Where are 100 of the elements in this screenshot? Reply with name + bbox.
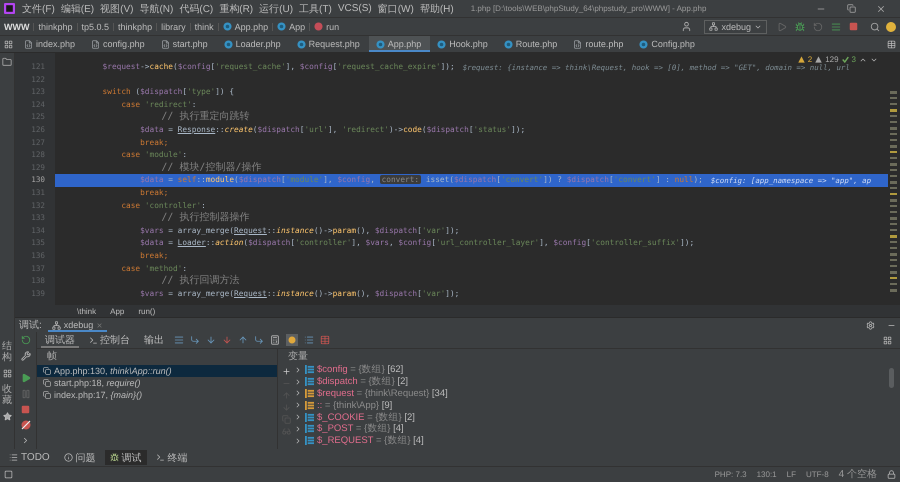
run-config-dropdown[interactable]: xdebug <box>704 20 767 34</box>
menu-item[interactable]: 代码(C) <box>176 2 216 16</box>
menu-item[interactable]: 编辑(E) <box>58 2 98 16</box>
debug-session-tab[interactable]: xdebug <box>48 318 108 332</box>
file-tab[interactable]: App.php <box>368 36 430 52</box>
nav-crumb[interactable]: tp5.0.5 <box>82 22 110 32</box>
file-tab[interactable]: Config.php <box>632 36 704 52</box>
breadcrumb-item[interactable]: run() <box>138 306 156 316</box>
frame-icon <box>43 367 51 375</box>
status-item[interactable]: 4 个空格 <box>838 467 877 481</box>
nav-crumb[interactable]: library <box>161 22 186 32</box>
tool-window-button[interactable]: 终端 <box>150 450 193 465</box>
class-icon <box>376 40 385 48</box>
file-tab[interactable]: Loader.php <box>216 36 290 52</box>
wrench-icon[interactable] <box>20 351 30 361</box>
debug-icon[interactable] <box>795 22 805 32</box>
weak-warning-icon <box>815 56 822 63</box>
star-icon[interactable] <box>2 412 12 421</box>
debug-tab[interactable]: 输出 <box>140 332 168 348</box>
object-icon <box>305 400 314 410</box>
step-into-icon[interactable] <box>206 335 216 345</box>
debug-label: 调试: <box>19 318 42 332</box>
object-icon <box>305 388 314 398</box>
tool-window-button[interactable]: 调试 <box>104 450 147 465</box>
variable-entry[interactable]: $dispatch = {数组} [2] <box>317 376 408 388</box>
nav-crumb[interactable]: WWW <box>4 22 30 32</box>
variable-entry[interactable]: $config = {数组} [62] <box>317 364 404 376</box>
rerun-icon[interactable] <box>20 335 30 345</box>
more-icon[interactable] <box>21 436 30 445</box>
favorites-tool-button[interactable]: 收藏 <box>2 384 12 406</box>
search-icon[interactable] <box>870 22 880 32</box>
status-item[interactable]: LF <box>786 470 796 478</box>
stop-icon[interactable] <box>21 405 30 414</box>
scrollbar-thumb[interactable] <box>889 368 894 388</box>
stack-frame[interactable]: App.php:130, think\App::run() <box>37 365 277 377</box>
user-icon[interactable] <box>681 21 692 32</box>
structure-tool-button[interactable]: 结构 <box>2 341 12 363</box>
toggle-icon[interactable] <box>286 334 298 346</box>
list-icon[interactable] <box>304 335 314 345</box>
breadcrumb-item[interactable]: App <box>110 306 124 316</box>
file-tab[interactable]: start.php <box>154 36 217 52</box>
variable-entry[interactable]: :: = {think\App} [9] <box>317 400 392 411</box>
file-tab[interactable]: Route.php <box>496 36 566 52</box>
tool-window-button[interactable]: TODO <box>4 450 55 465</box>
file-tab[interactable]: config.php <box>84 36 154 52</box>
add-watch-icon[interactable] <box>282 367 290 376</box>
status-item[interactable]: UTF-8 <box>806 470 829 478</box>
project-folder-icon[interactable] <box>2 57 12 67</box>
debug-tab[interactable]: 控制台 <box>85 332 134 348</box>
nav-crumb[interactable]: thinkphp <box>118 22 152 32</box>
breadcrumb-item[interactable]: \think <box>77 306 96 316</box>
nav-crumb[interactable]: run <box>326 22 340 32</box>
file-tab[interactable]: index.php <box>17 36 84 52</box>
evaluate-icon[interactable] <box>270 335 280 345</box>
lock-icon[interactable] <box>887 470 896 478</box>
stop-icon[interactable] <box>849 22 858 31</box>
layout-icon[interactable] <box>883 336 892 344</box>
variable-entry[interactable]: $request = {think\Request} [34] <box>317 388 448 399</box>
menu-item[interactable]: 视图(V) <box>97 2 136 16</box>
nav-crumb[interactable]: thinkphp <box>38 22 73 32</box>
menu-item[interactable]: 工具(T) <box>296 2 335 16</box>
menu-item[interactable]: 窗口(W) <box>374 2 417 16</box>
panel-toggle-icon[interactable] <box>4 470 13 478</box>
file-tab[interactable]: Request.php <box>290 36 369 52</box>
nav-crumb[interactable]: App <box>289 22 306 32</box>
tool-window-button[interactable]: 问题 <box>58 450 101 465</box>
status-item[interactable]: 130:1 <box>756 470 777 478</box>
variable-entry[interactable]: $_COOKIE = {数组} [2] <box>317 412 415 423</box>
status-item[interactable]: PHP: 7.3 <box>714 470 747 478</box>
table-icon[interactable] <box>320 335 330 345</box>
nav-crumb[interactable]: think <box>194 22 214 32</box>
step-out-icon[interactable] <box>238 335 248 345</box>
menu-item[interactable]: 帮助(H) <box>416 2 457 16</box>
stack-frame[interactable]: start.php:18, require() <box>37 377 277 389</box>
debug-tab[interactable]: 调试器 <box>41 332 79 348</box>
variable-entry[interactable]: $_REQUEST = {数组} [4] <box>317 435 424 446</box>
step-over-icon[interactable] <box>190 335 200 345</box>
tab-list-icon[interactable] <box>4 40 13 48</box>
variable-entry[interactable]: $_POST = {数组} [4] <box>317 423 404 434</box>
file-tab[interactable]: Hook.php <box>430 36 497 52</box>
warning-count: 2 <box>808 55 812 64</box>
force-step-into-icon[interactable] <box>222 335 232 345</box>
resume-icon[interactable] <box>20 373 30 383</box>
file-tab[interactable]: route.php <box>566 36 632 52</box>
menu-item[interactable]: VCS(S) <box>334 3 375 14</box>
menu-item[interactable]: 运行(U) <box>256 2 296 16</box>
menu-item[interactable]: 重构(R) <box>216 2 256 16</box>
code-line: // 执行控制器操作 <box>160 212 250 225</box>
menu-item[interactable]: 文件(F) <box>19 2 58 16</box>
stack-frame[interactable]: index.php:17, {main}() <box>37 389 277 401</box>
mute-breakpoints-icon[interactable] <box>20 420 30 430</box>
passed-count: 3 <box>852 55 856 64</box>
terminal-icon <box>156 453 165 462</box>
settings-icon[interactable] <box>866 320 875 330</box>
nav-crumb[interactable]: App.php <box>234 22 268 32</box>
structure-icon[interactable] <box>2 369 12 378</box>
menu-item[interactable]: 导航(N) <box>136 2 176 16</box>
php-file-icon <box>91 40 100 48</box>
recent-files-icon[interactable] <box>887 40 896 48</box>
array-icon <box>305 412 314 422</box>
